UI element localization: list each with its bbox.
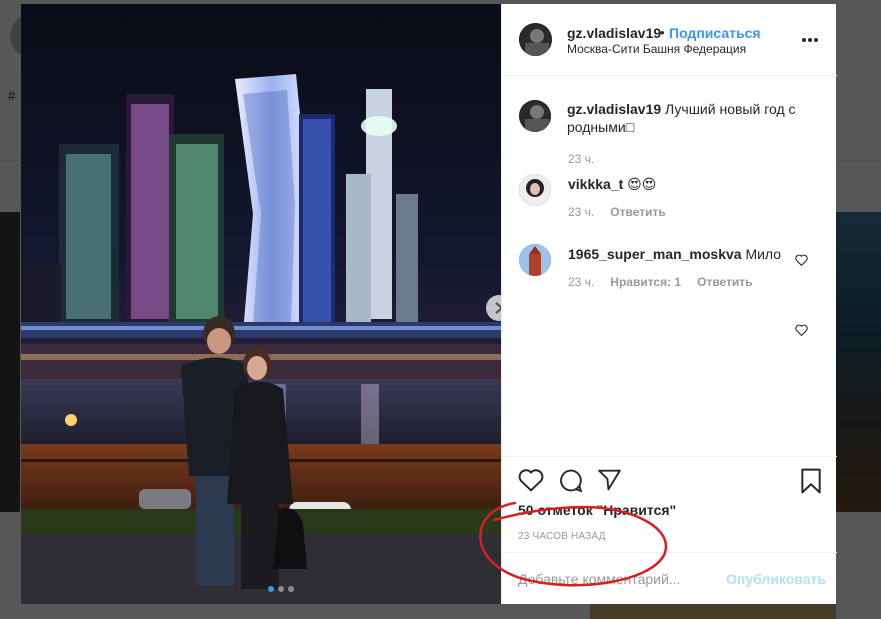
- author-avatar[interactable]: [519, 23, 552, 56]
- author-username[interactable]: gz.vladislav19: [567, 25, 661, 41]
- carousel-dot-active: [268, 586, 274, 592]
- caption-text: gz.vladislav19 Лучший новый год с родным…: [567, 100, 807, 136]
- comment-like-button[interactable]: [795, 323, 808, 341]
- comment-text: 1965_super_man_moskva Мило: [568, 245, 781, 263]
- likes-count[interactable]: 50 отметок "Нравится": [518, 502, 676, 518]
- bookmark-icon: [801, 468, 821, 494]
- carousel-dot: [288, 586, 294, 592]
- caption-avatar[interactable]: [519, 100, 551, 132]
- comment-time: 23 ч.: [568, 275, 595, 289]
- comment-meta: 23 ч. Ответить: [568, 205, 666, 219]
- comment-username[interactable]: vikkka_t: [568, 176, 623, 192]
- comment-time: 23 ч.: [568, 205, 595, 219]
- publish-button[interactable]: Опубликовать: [726, 571, 826, 587]
- heart-icon: [518, 469, 544, 492]
- reply-button[interactable]: Ответить: [697, 275, 752, 289]
- follow-button[interactable]: Подписаться: [669, 25, 761, 41]
- post-photo: [21, 4, 501, 604]
- comment-like-button[interactable]: [795, 253, 808, 271]
- post-time-ago: 23 ЧАСОВ НАЗАД: [518, 531, 606, 542]
- comment-likes-count[interactable]: Нравится: 1: [610, 275, 681, 289]
- carousel-dots: [268, 586, 294, 592]
- comment-avatar[interactable]: [519, 244, 551, 276]
- more-dots-icon: [802, 38, 818, 42]
- send-icon: [598, 469, 621, 491]
- reply-button[interactable]: Ответить: [610, 205, 665, 219]
- caption-meta: 23 ч.: [568, 152, 594, 166]
- post-actions: 50 отметок "Нравится" 23 ЧАСОВ НАЗАД: [502, 456, 837, 552]
- caption-username[interactable]: gz.vladislav19: [567, 101, 661, 117]
- post-header: gz.vladislav19 • Подписаться Москва-Сити…: [502, 4, 837, 76]
- share-button[interactable]: [597, 468, 622, 497]
- header-separator: •: [660, 25, 665, 40]
- chevron-right-icon: [495, 302, 501, 314]
- heart-outline-icon: [795, 324, 808, 337]
- heart-outline-icon: [795, 254, 808, 267]
- comment-meta: 23 ч. Нравится: 1 Ответить: [568, 275, 753, 289]
- post-details-panel: gz.vladislav19 • Подписаться Москва-Сити…: [501, 4, 837, 604]
- more-options-button[interactable]: [801, 30, 819, 48]
- speech-bubble-icon: [560, 469, 583, 493]
- comment-username[interactable]: 1965_super_man_moskva: [568, 246, 742, 262]
- comment-button[interactable]: [558, 468, 583, 498]
- carousel-dot: [278, 586, 284, 592]
- like-button[interactable]: [518, 468, 544, 497]
- caption-glyph: □: [625, 119, 635, 135]
- caption-time: 23 ч.: [568, 152, 595, 166]
- comment-avatar[interactable]: [519, 174, 551, 206]
- save-button[interactable]: [800, 468, 822, 499]
- comment-body: Мило: [741, 246, 782, 262]
- comment-input[interactable]: [518, 571, 718, 587]
- add-comment-bar: Опубликовать: [502, 552, 837, 604]
- comment-body: 😍😍: [623, 176, 657, 192]
- comment-text: vikkka_t 😍😍: [568, 175, 656, 193]
- post-location[interactable]: Москва-Сити Башня Федерация: [567, 42, 746, 56]
